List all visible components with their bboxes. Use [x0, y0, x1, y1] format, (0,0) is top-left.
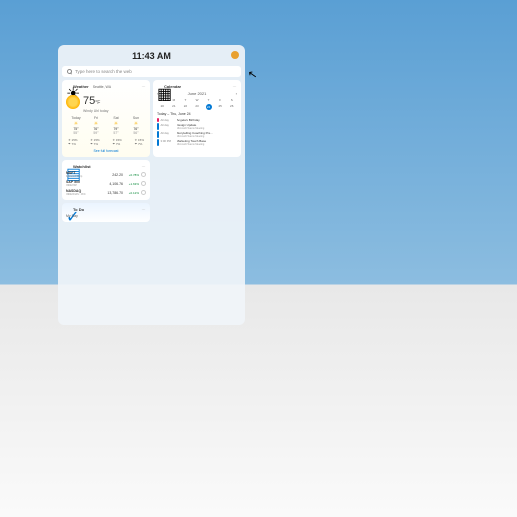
chart-icon	[141, 172, 146, 177]
todo-menu[interactable]: ⋯	[142, 207, 147, 212]
watchlist-icon: ▤	[66, 164, 71, 169]
calendar-menu[interactable]: ⋯	[233, 84, 238, 89]
search-placeholder: Type here to search the web	[75, 69, 132, 74]
event-item[interactable]: All dayDesign UpdateMicrosoft Teams Meet…	[157, 123, 237, 130]
weather-unit: °F	[95, 100, 100, 106]
weather-condition: Windy Uhl today	[83, 109, 108, 113]
weather-location: Seattle, WA	[93, 85, 111, 89]
stocks-widget[interactable]: ▤ Watchlist ⋯ MSFTMicrosoft Corp242.20+0…	[62, 160, 150, 200]
weather-stats: ☀ 15%☂ 7% ☀ 15%☂ 7% ☀ 15%☂ 7% ☀ 15%☂ 7%	[66, 138, 146, 146]
chart-icon	[141, 181, 146, 186]
todo-widget[interactable]: ✓ To Do ⋯ My Day	[62, 203, 150, 222]
event-item[interactable]: All dayStorytelling Coaching Pre…Microso…	[157, 131, 237, 138]
chart-icon	[141, 190, 146, 195]
calendar-widget[interactable]: ▦ Calendar ⋯ ‹ June 2021 › SMTWTFS 20212…	[153, 80, 241, 157]
stock-row[interactable]: MSFTMicrosoft Corp242.20+0.78%	[66, 171, 146, 178]
cal-date-label: Today – Thu, June 24	[157, 112, 237, 116]
cal-days[interactable]: 20212223242526	[157, 104, 237, 110]
weather-icon: ☀	[66, 84, 71, 89]
search-icon	[67, 69, 72, 74]
panel-header: 11:43 AM	[62, 49, 241, 63]
todo-icon: ✓	[66, 207, 71, 212]
cal-prev[interactable]: ‹	[157, 91, 158, 96]
weather-forecast-link[interactable]: See full forecast	[66, 149, 146, 153]
weather-menu[interactable]: ⋯	[142, 84, 147, 89]
cursor-icon: ↖	[247, 67, 258, 81]
event-item[interactable]: All dayAngela's Birthday	[157, 118, 237, 122]
event-item[interactable]: 3:00 PMMarketing Touch BaseMicrosoft Tea…	[157, 139, 237, 146]
calendar-title: Calendar	[164, 84, 181, 89]
stock-row[interactable]: NASDAQINDEXNAS: .IXIC13,786.70+0.12%	[66, 189, 146, 196]
cal-month-label: June 2021	[188, 91, 207, 96]
weather-temp: 75	[83, 95, 95, 107]
clock: 11:43 AM	[62, 51, 241, 61]
stock-row[interactable]: S&P 500INDEXSP4,106.76+1.63%	[66, 180, 146, 187]
cal-next[interactable]: ›	[236, 91, 237, 96]
search-bar[interactable]: Type here to search the web	[62, 66, 241, 77]
weather-widget[interactable]: ☀ Weather Seattle, WA ⋯ 75°F Windy Uhl t…	[62, 80, 150, 157]
profile-avatar[interactable]	[231, 51, 239, 59]
stocks-menu[interactable]: ⋯	[142, 164, 147, 169]
forecast-row: Today☀75°55° Fri☀76°59° Sat☀79°57° Sun☀7…	[66, 116, 146, 135]
todo-title: To Do	[73, 207, 84, 212]
widgets-panel: 11:43 AM Type here to search the web ☀ W…	[58, 45, 245, 325]
stocks-title: Watchlist	[73, 164, 91, 169]
event-list: All dayAngela's Birthday All dayDesign U…	[157, 118, 237, 146]
weather-title: Weather	[73, 84, 89, 89]
sun-icon	[66, 95, 80, 109]
cal-dow: SMTWTFS	[157, 98, 237, 102]
calendar-icon: ▦	[157, 84, 162, 89]
